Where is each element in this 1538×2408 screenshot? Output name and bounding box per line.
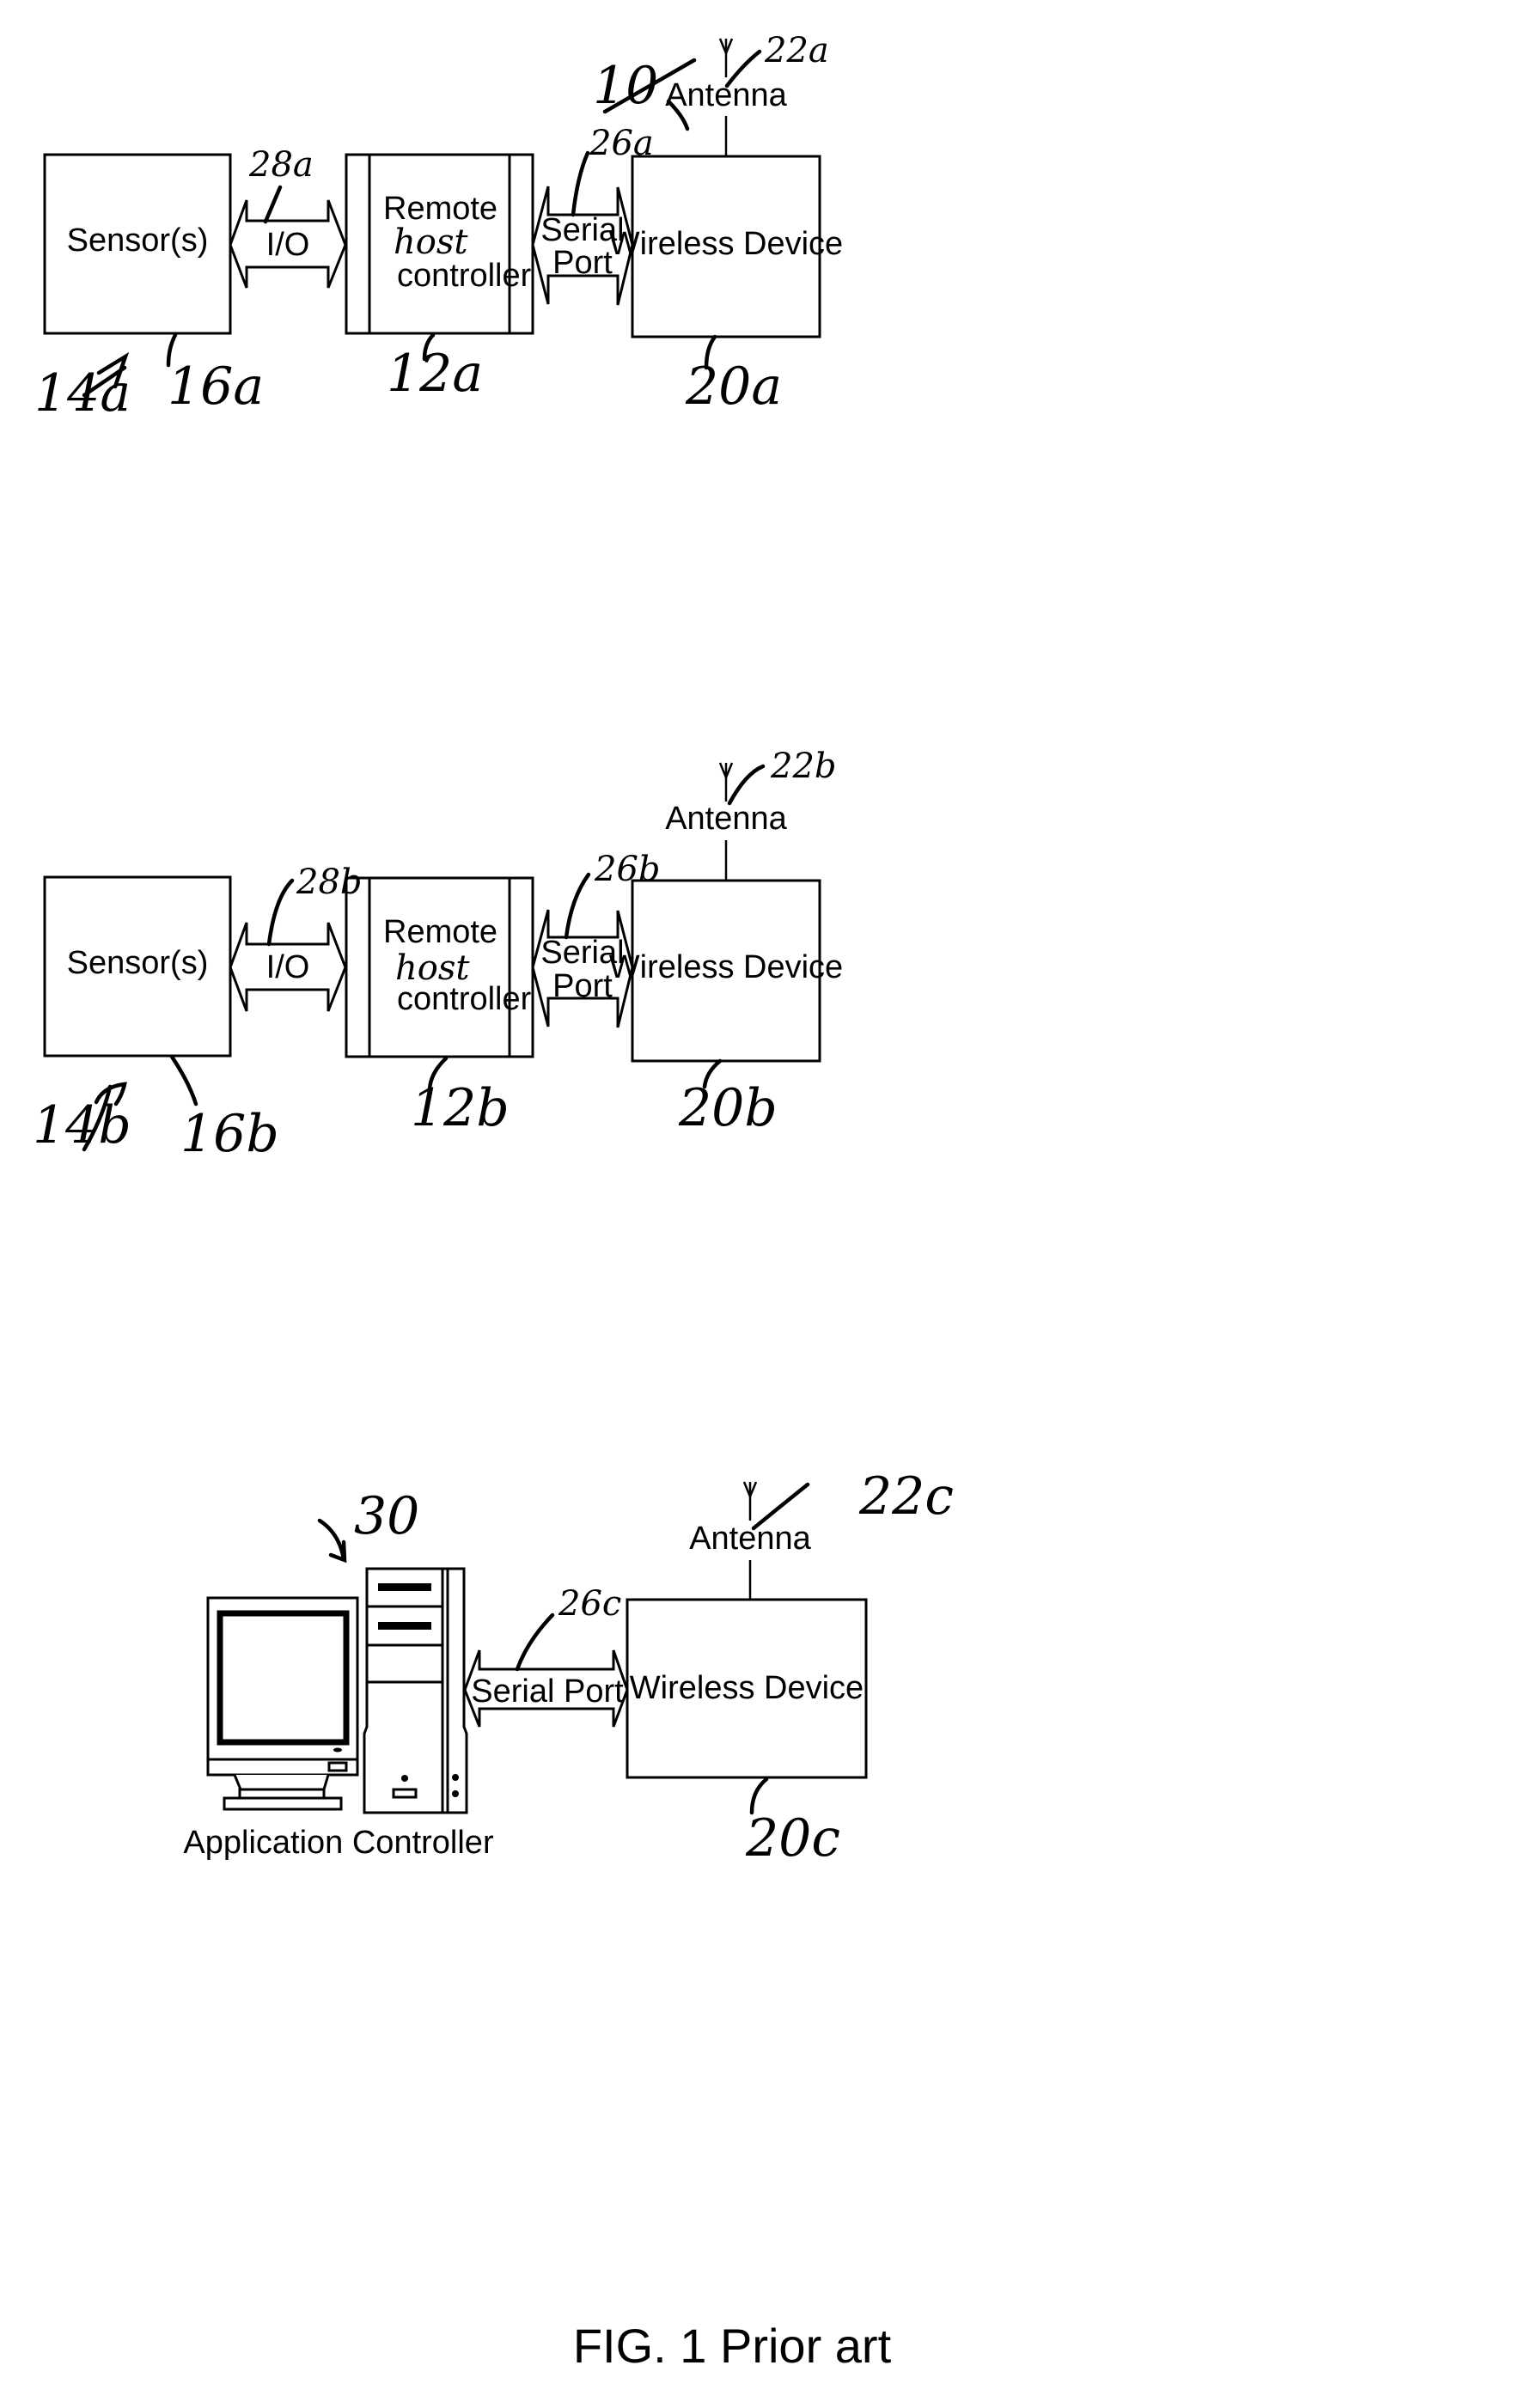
ref-12b: 12b bbox=[411, 1078, 510, 1138]
controller-block-a: Remote host controller bbox=[345, 153, 534, 335]
leader-26c bbox=[515, 1612, 555, 1672]
monitor-neck bbox=[233, 1774, 330, 1791]
ref-20a: 20a bbox=[685, 357, 782, 417]
figure-caption: FIG. 1 Prior art bbox=[573, 2319, 892, 2373]
io-label: I/O bbox=[266, 949, 310, 985]
io-arrow-b: I/O bbox=[229, 922, 347, 1012]
ref-22c: 22c bbox=[858, 1466, 954, 1527]
controller-label-line1: Remote bbox=[383, 191, 497, 227]
controller-label-line3: controller bbox=[397, 258, 532, 294]
application-controller-label: Application Controller bbox=[183, 1825, 494, 1861]
monitor-button bbox=[327, 1761, 348, 1772]
leader-26b bbox=[564, 872, 591, 940]
antenna-label: Antenna bbox=[689, 1521, 811, 1557]
io-arrow-a: I/O bbox=[229, 199, 347, 289]
ref-26a: 26a bbox=[589, 124, 654, 163]
sensor-block-b: Sensor(s) bbox=[43, 875, 232, 1058]
wireless-block-b: Wireless Device bbox=[609, 879, 843, 1063]
ref-22a: 22a bbox=[764, 31, 829, 70]
ref-16b: 16b bbox=[180, 1104, 279, 1164]
antenna-label: Antenna bbox=[665, 801, 787, 837]
ref-26c: 26c bbox=[558, 1584, 621, 1624]
ref-30: 30 bbox=[354, 1486, 419, 1546]
leader-16b bbox=[169, 1054, 198, 1106]
monitor-screen bbox=[217, 1610, 350, 1746]
leader-22b bbox=[727, 764, 766, 806]
controller-label-line2-handwritten: host bbox=[394, 223, 468, 262]
ref-12a: 12a bbox=[387, 344, 483, 404]
antenna-icon bbox=[718, 38, 734, 77]
ref-20b: 20b bbox=[678, 1078, 778, 1138]
leader-28b bbox=[266, 878, 295, 947]
sensor-label: Sensor(s) bbox=[67, 223, 209, 259]
serial-label-line2: Port bbox=[552, 245, 613, 281]
ref-20c: 20c bbox=[745, 1808, 840, 1868]
arrow-icon-30 bbox=[317, 1518, 347, 1564]
bottom-row: Application Controller Serial Port Wirel… bbox=[183, 1466, 954, 1868]
sensor-block-a: Sensor(s) bbox=[43, 153, 232, 335]
antenna-c: Antenna bbox=[689, 1481, 812, 1600]
controller-label-line3: controller bbox=[397, 981, 532, 1017]
sensor-label: Sensor(s) bbox=[67, 945, 209, 981]
wireless-device-label: Wireless Device bbox=[609, 949, 843, 985]
wireless-device-label: Wireless Device bbox=[630, 1670, 864, 1706]
antenna-b: Antenna bbox=[665, 762, 788, 881]
drive-bay bbox=[378, 1583, 431, 1591]
controller-block-b: Remote host controller bbox=[345, 876, 534, 1058]
monitor-base bbox=[223, 1796, 343, 1811]
row-b: Sensor(s) I/O Remote host controller Ser… bbox=[33, 747, 843, 1164]
io-label: I/O bbox=[266, 227, 310, 263]
wireless-device-label: Wireless Device bbox=[609, 226, 843, 262]
controller-label-line1: Remote bbox=[383, 914, 497, 950]
patent-figure: 10 Sensor(s) I/O Remote host controller … bbox=[33, 31, 954, 2373]
row-a: Sensor(s) I/O Remote host controller Ser… bbox=[34, 31, 843, 424]
antenna-icon bbox=[742, 1481, 758, 1521]
antenna-icon bbox=[718, 762, 734, 802]
serial-port-label: Serial Port bbox=[471, 1673, 624, 1710]
ref-26b: 26b bbox=[594, 850, 661, 889]
ref-28a: 28a bbox=[248, 145, 314, 185]
computer-icon: Application Controller bbox=[183, 1567, 494, 1861]
ref-28b: 28b bbox=[296, 863, 363, 902]
wireless-block-c: Wireless Device bbox=[626, 1598, 868, 1779]
drive-bay bbox=[378, 1622, 431, 1630]
serial-arrow-c: Serial Port bbox=[463, 1649, 629, 1728]
antenna-label: Antenna bbox=[665, 77, 787, 113]
leader-26a bbox=[571, 150, 590, 217]
leader-28a bbox=[263, 185, 283, 224]
tower-case bbox=[363, 1567, 468, 1814]
wireless-block-a: Wireless Device bbox=[609, 155, 843, 338]
ref-22b: 22b bbox=[770, 747, 837, 786]
serial-label-line2: Port bbox=[552, 968, 613, 1004]
ref-16a: 16a bbox=[168, 357, 264, 417]
